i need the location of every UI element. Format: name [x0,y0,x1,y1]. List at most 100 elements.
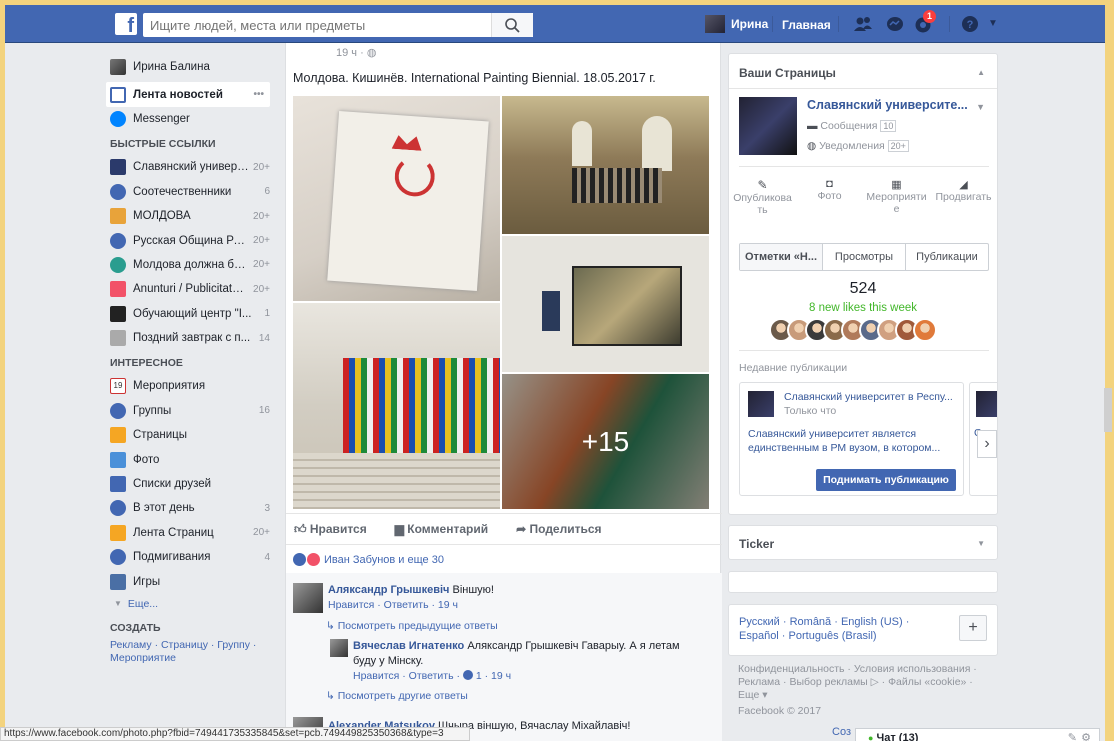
post-photo[interactable] [293,303,500,509]
comment-actions[interactable]: Нравится · Ответить · 19 ч [328,599,458,611]
search-button[interactable] [491,13,533,37]
sidebar-explore-item[interactable]: Игры [110,569,270,593]
help-icon[interactable]: ? [961,15,981,33]
avatar[interactable] [293,583,323,613]
sidebar-explore-item[interactable]: Лента Страниц 20+ [110,521,270,545]
chevron-down-icon: ▼ [114,599,122,609]
friend-lists-icon [110,476,126,493]
post-photo[interactable] [293,96,500,301]
see-more-link[interactable]: ▼ Еще... [110,594,270,614]
recent-post-title[interactable]: Славянский университет в Респу... [784,391,953,403]
create-link-cut[interactable]: Соз [832,726,851,738]
home-link[interactable]: Главная [782,18,831,32]
likes-total: 524 [849,280,877,297]
comment-reply: Вячеслав Игнатенко Аляксандр Грышкевіч Г… [353,639,683,684]
thumbs-up-icon: 👍︎ [294,521,307,536]
news-feed-icon [110,86,126,103]
chevron-up-icon[interactable]: ▲ [977,68,985,77]
page-notifications[interactable]: ◍ Уведомления 20+ [807,140,909,152]
recent-post-card[interactable]: Славянский университет в Респу... Только… [739,382,964,496]
sidebar-shortcut-item[interactable]: Anunturi / Publicitate ... 20+ [110,277,270,301]
page-tools: ✎ Опубликова ть ◘ Фото ▦ Мероприяти е ◢ Прод… [729,178,997,218]
chat-bar[interactable]: ● Чат (13) ✎ ⚙ [855,728,1100,741]
page-messages[interactable]: ▬ Сообщения 10 [807,120,897,132]
boost-post-button[interactable]: Поднимать публикацию [816,469,956,491]
publish-tool[interactable]: ✎ Опубликова ть [729,178,796,218]
profile-name: Ирина [731,17,769,31]
comment-author[interactable]: Аляксандр Грышкевіч [328,584,449,596]
divider [739,166,989,167]
facebook-logo[interactable]: f [115,13,137,35]
language-links[interactable]: Русский · Română · English (US) · Españo… [739,615,951,643]
gear-icon[interactable]: ⚙ [1081,729,1091,741]
sidebar-shortcut-item[interactable]: Поздний завтрак с п... 14 [110,326,270,350]
sidebar-explore-item[interactable]: Подмигивания 4 [110,545,270,569]
sidebar-shortcut-item[interactable]: Соотечественники 6 [110,180,270,204]
games-icon [110,573,126,590]
compose-icon[interactable]: ✎ [1068,729,1077,741]
messages-icon[interactable] [885,15,905,33]
sidebar-explore-item[interactable]: Страницы [110,423,270,447]
comment-actions[interactable]: Нравится · Ответить · 1 · 19 ч [353,670,511,682]
sidebar-item-news-feed[interactable]: Лента новостей ••• [106,82,270,107]
messages-count: 10 [880,120,897,132]
page-name[interactable]: Славянский университе... [807,98,968,112]
sidebar-item-label: МОЛДОВА [133,210,191,223]
sidebar-explore-item[interactable]: Фото [110,447,270,471]
shortcut-icon [110,330,126,347]
chevron-down-icon[interactable]: ▼ [977,539,985,548]
event-tool[interactable]: ▦ Мероприяти е [863,178,930,218]
globe-icon: ◍ [366,47,377,59]
comment-icon: ▆ [394,522,404,536]
sidebar-item-messenger[interactable]: Messenger [110,107,270,131]
calendar-icon: ▦ [891,179,902,191]
previous-replies-link[interactable]: ↳ Посмотреть предыдущие ответы [326,620,498,632]
profile-link[interactable]: Ирина [705,15,768,33]
footer-links[interactable]: Конфиденциальность · Условия использован… [738,663,988,702]
sidebar-shortcut-item[interactable]: МОЛДОВА 20+ [110,204,270,228]
avatar[interactable] [330,639,348,657]
other-replies-link[interactable]: ↳ Посмотреть другие ответы [326,690,468,702]
comment-author[interactable]: Вячеслав Игнатенко [353,640,464,652]
sidebar-explore-item[interactable]: В этот день 3 [110,496,270,520]
more-options-icon[interactable]: ••• [253,89,264,100]
avatar[interactable] [913,318,937,342]
ticker-card[interactable]: Ticker ▼ [728,525,998,560]
post-photo[interactable] [502,96,709,234]
sidebar-shortcut-item[interactable]: Русская Община Ре... 20+ [110,228,270,252]
page-insights-tabs: Отметки «Н... Просмотры Публикации [739,243,989,271]
chevron-right-icon[interactable]: › [977,430,997,458]
tab-views[interactable]: Просмотры [822,244,905,270]
sidebar-explore-item[interactable]: Списки друзей [110,472,270,496]
comment-button[interactable]: ▆ Комментарий [395,522,488,536]
sidebar-explore-item[interactable]: Группы 16 [110,399,270,423]
sidebar-item-label: Русская Община Ре... [133,234,250,247]
friend-requests-icon[interactable] [853,15,873,33]
create-links[interactable]: Рекламу · Страницу · Группу · Мероприяти… [110,639,270,665]
post-photo[interactable] [502,236,709,372]
promote-tool[interactable]: ◢ Продвигать [930,178,997,218]
account-menu-icon[interactable]: ▼ [983,15,1003,33]
comment-text: Віншую! [452,584,494,596]
sidebar-item-label: Обучающий центр "I... [133,307,252,320]
tab-likes[interactable]: Отметки «Н... [740,244,822,270]
comment-label: Комментарий [407,522,489,536]
tab-posts[interactable]: Публикации [905,244,988,270]
sidebar-shortcut-item[interactable]: Молдова должна бы... 20+ [110,253,270,277]
post-photo-more[interactable]: +15 [502,374,709,509]
scrollbar-thumb[interactable] [1104,388,1112,432]
sidebar-explore-item[interactable]: 19 Мероприятия [110,374,270,398]
chevron-down-icon[interactable]: ▼ [976,102,985,112]
share-button[interactable]: ➦ Поделиться [516,522,601,536]
sidebar-item-label: Страницы [133,429,187,442]
reactions-summary[interactable]: Иван Забунов и еще 30 [293,553,444,566]
search-input[interactable] [143,13,493,37]
svg-text:?: ? [967,19,974,31]
add-language-button[interactable]: + [959,615,987,641]
like-button[interactable]: 👍︎ Нравится [294,522,367,537]
photo-tool[interactable]: ◘ Фото [796,178,863,218]
sidebar-profile[interactable]: Ирина Балина [110,55,270,79]
sidebar-shortcut-item[interactable]: Славянский универс... 20+ [110,155,270,179]
page-avatar[interactable] [739,97,797,155]
sidebar-shortcut-item[interactable]: Обучающий центр "I... 1 [110,302,270,326]
